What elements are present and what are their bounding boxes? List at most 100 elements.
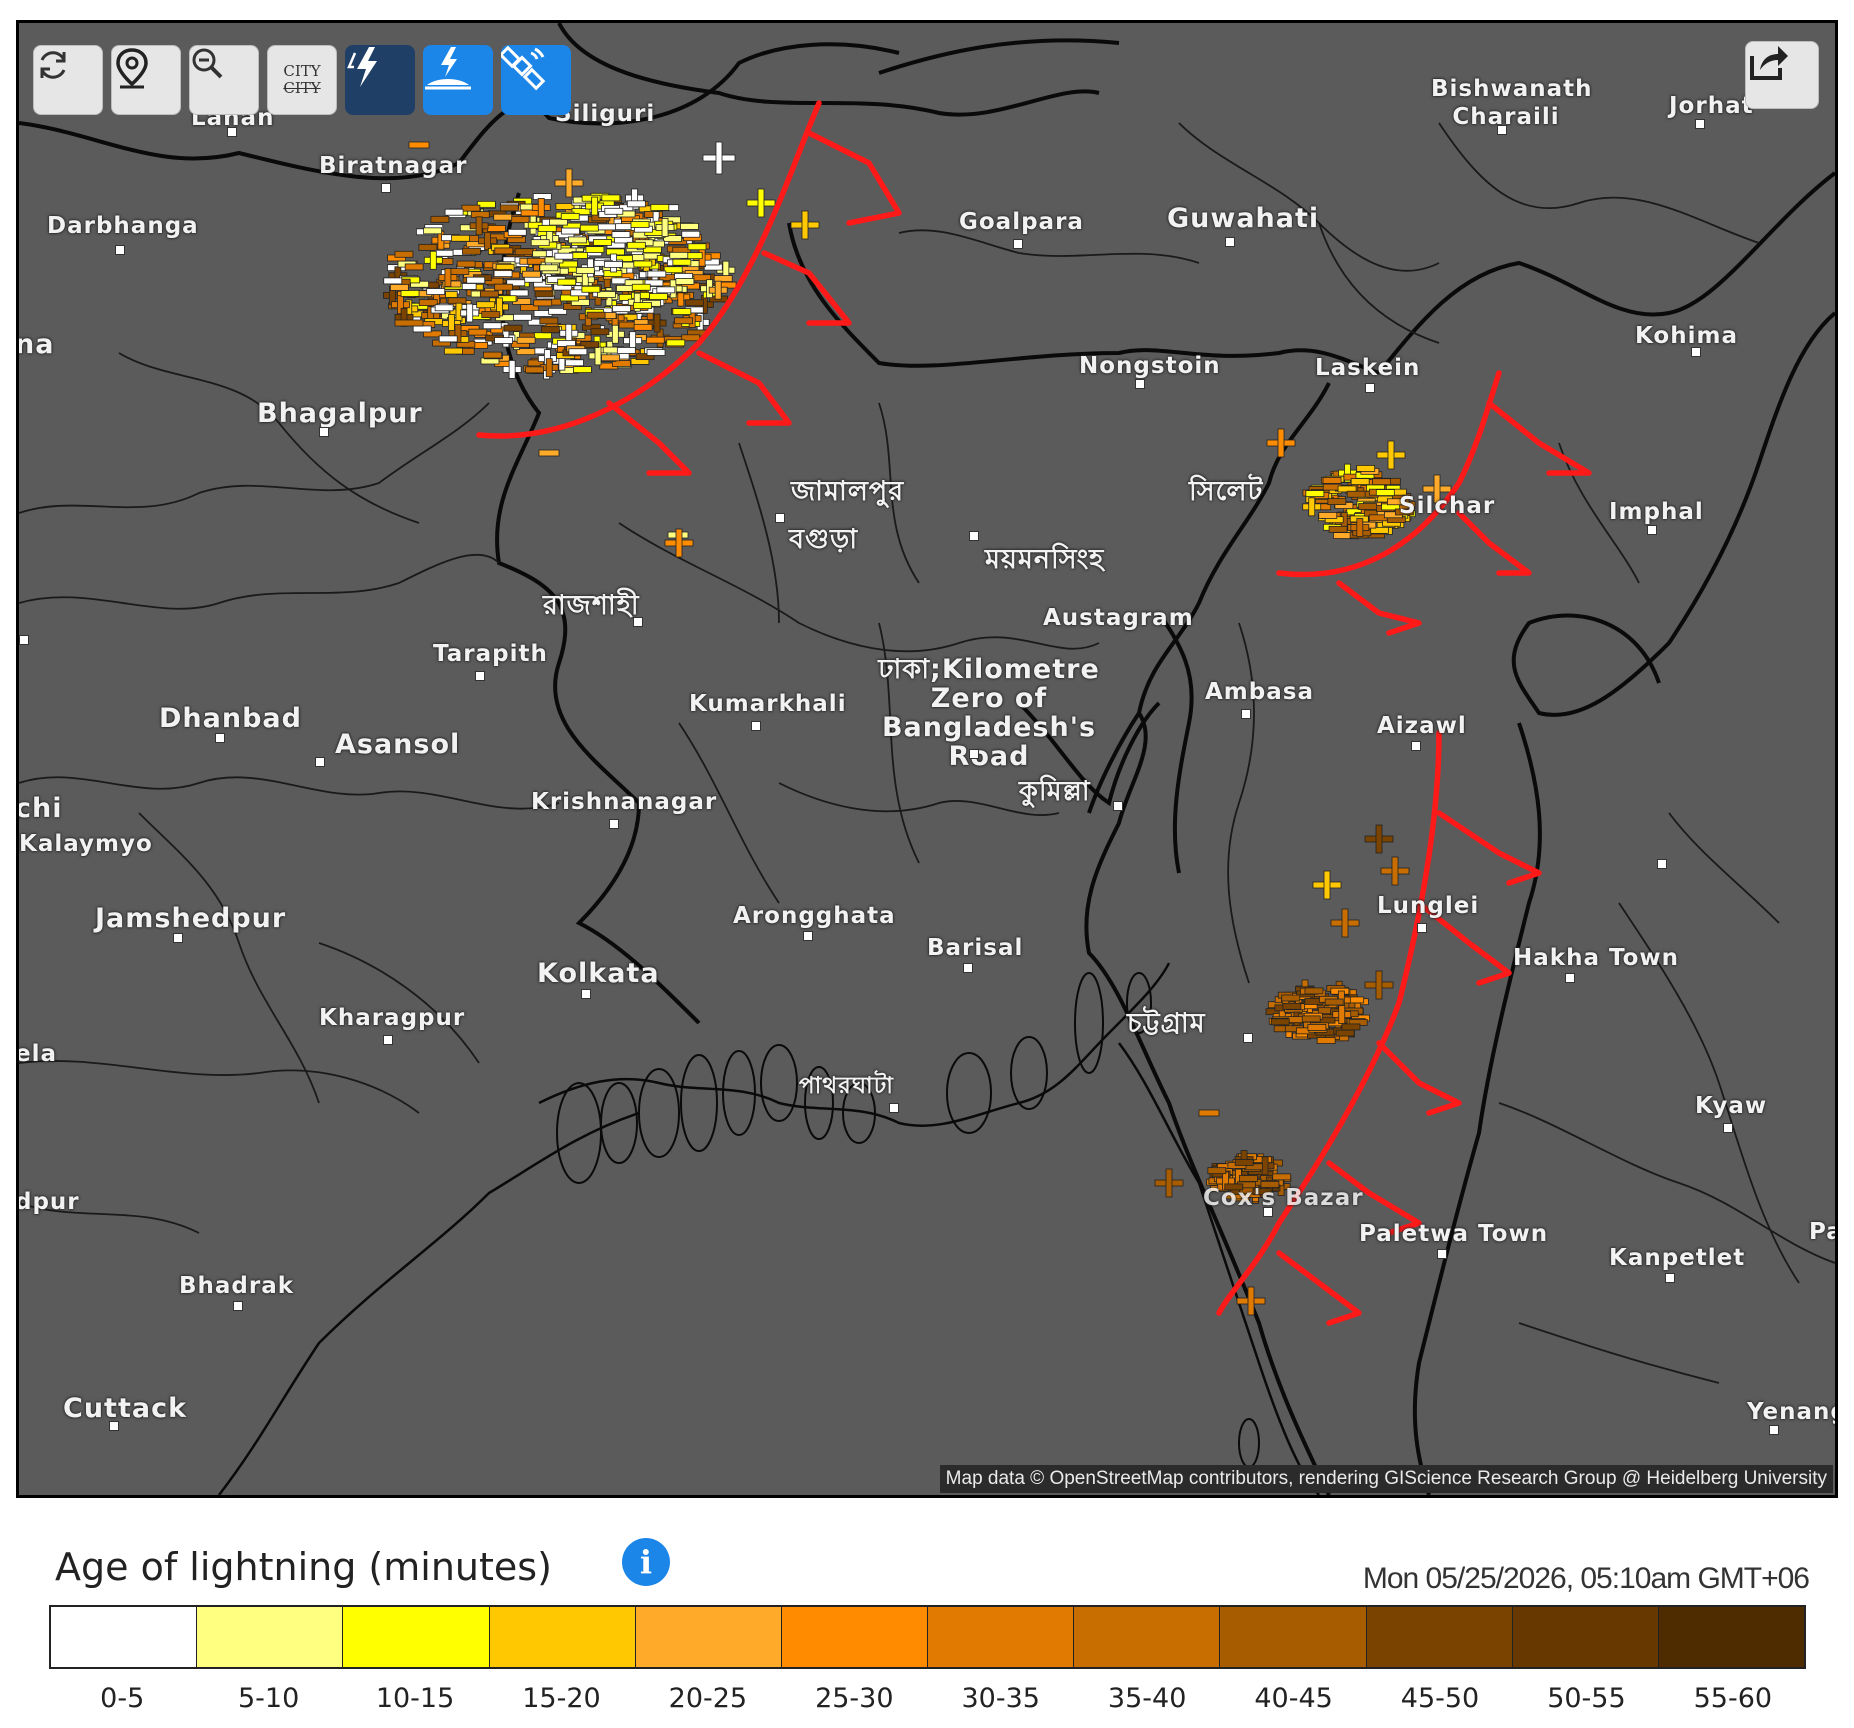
city-marker bbox=[1241, 709, 1251, 719]
lightning-marker bbox=[1304, 987, 1324, 995]
lightning-map[interactable]: Biratnagar Siliguri Lahan Darbhanga Goal… bbox=[16, 20, 1838, 1498]
lightning-marker bbox=[579, 224, 599, 232]
lightning-marker bbox=[685, 299, 704, 307]
toggle-city-labels-button[interactable]: CITY CITY bbox=[267, 45, 337, 115]
city-labels-icon: CITY CITY bbox=[283, 63, 320, 97]
annotation-front-northeast bbox=[1276, 370, 1502, 578]
lightning-marker bbox=[649, 293, 668, 300]
legend-label: 30-35 bbox=[961, 1683, 1040, 1714]
annotation-arrow bbox=[1336, 580, 1422, 636]
lightning-marker bbox=[510, 216, 530, 223]
lightning-marker bbox=[643, 246, 662, 254]
city-label: ঢাকা;Kilometre Zero of Bangladesh's Road bbox=[878, 654, 1100, 772]
city-marker bbox=[969, 749, 979, 759]
city-marker bbox=[227, 127, 237, 137]
share-button[interactable] bbox=[1745, 41, 1819, 109]
info-icon[interactable]: i bbox=[622, 1538, 670, 1586]
city-label: Kolkata bbox=[537, 958, 660, 989]
lightning-marker bbox=[597, 223, 616, 231]
city-marker bbox=[1497, 125, 1507, 135]
lightning-marker bbox=[585, 246, 605, 253]
lightning-marker bbox=[533, 332, 552, 340]
lightning-marker bbox=[630, 221, 650, 228]
city-marker bbox=[803, 931, 813, 941]
lightning-marker bbox=[537, 198, 545, 217]
legend-color-bar bbox=[49, 1605, 1806, 1669]
timestamp: Mon 05/25/2026, 05:10am GMT+06 bbox=[1362, 1562, 1810, 1595]
legend-label: 40-45 bbox=[1254, 1683, 1333, 1714]
lightning-marker bbox=[383, 277, 403, 285]
lightning-marker bbox=[525, 366, 545, 374]
city-marker bbox=[1135, 379, 1145, 389]
refresh-button[interactable] bbox=[33, 45, 103, 115]
annotation-arrow bbox=[1436, 810, 1542, 886]
legend-label: 0-5 bbox=[100, 1683, 145, 1714]
lightning-marker bbox=[494, 337, 513, 344]
lightning-marker bbox=[1324, 998, 1344, 1006]
lightning-marker bbox=[645, 336, 665, 344]
city-label: Bhagalpur bbox=[257, 398, 423, 429]
lightning-marker bbox=[509, 289, 529, 297]
city-marker bbox=[233, 1301, 243, 1311]
lightning-marker bbox=[1322, 477, 1342, 484]
lightning-marker bbox=[487, 225, 506, 232]
map-attribution[interactable]: Map data © OpenStreetMap contributors, r… bbox=[939, 1465, 1833, 1493]
city-marker bbox=[609, 819, 619, 829]
lightning-marker bbox=[530, 239, 550, 247]
lightning-marker bbox=[549, 218, 568, 226]
city-label: Jorhat bbox=[1669, 93, 1754, 119]
city-icon-text-top: CITY bbox=[283, 62, 321, 80]
lightning-marker bbox=[1346, 490, 1366, 498]
lightning-marker bbox=[444, 208, 464, 216]
lightning-marker bbox=[1247, 1286, 1255, 1316]
lightning-layer-button[interactable] bbox=[345, 45, 415, 115]
lightning-marker bbox=[611, 231, 631, 239]
lightning-marker bbox=[555, 203, 575, 210]
lightning-marker bbox=[394, 250, 414, 258]
edge-label: na bbox=[16, 329, 55, 360]
lightning-marker bbox=[494, 247, 514, 255]
city-marker bbox=[215, 733, 225, 743]
annotation-arrow bbox=[1486, 400, 1592, 476]
lightning-ground-button[interactable] bbox=[423, 45, 493, 115]
refresh-icon bbox=[40, 51, 66, 79]
edge-label: dpur bbox=[16, 1189, 80, 1215]
lightning-marker bbox=[757, 188, 765, 218]
city-label: Dhanbad bbox=[159, 703, 302, 734]
city-label: Tarapith bbox=[433, 641, 548, 667]
city-label: Nongstoin bbox=[1079, 353, 1221, 379]
zoom-out-button[interactable] bbox=[189, 45, 259, 115]
city-marker bbox=[963, 963, 973, 973]
lightning-marker bbox=[389, 284, 409, 291]
city-marker bbox=[475, 671, 485, 681]
lightning-marker bbox=[560, 213, 580, 220]
annotation-arrow bbox=[1376, 1040, 1462, 1116]
legend-label: 5-10 bbox=[237, 1683, 300, 1714]
city-marker bbox=[1437, 1249, 1447, 1259]
lightning-marker bbox=[715, 141, 723, 175]
city-marker bbox=[1769, 1425, 1779, 1435]
satellite-button[interactable] bbox=[501, 45, 571, 115]
lightning-marker bbox=[537, 225, 557, 232]
city-label: Ambasa bbox=[1205, 679, 1314, 705]
city-label: Imphal bbox=[1609, 499, 1704, 525]
city-marker bbox=[1263, 1207, 1273, 1217]
lightning-marker bbox=[612, 305, 631, 313]
city-marker bbox=[319, 427, 329, 437]
lightning-marker bbox=[646, 349, 666, 356]
lightning-marker bbox=[714, 280, 722, 300]
city-label: Kumarkhali bbox=[689, 691, 847, 717]
lightning-marker bbox=[408, 141, 430, 149]
city-label: Laskein bbox=[1315, 355, 1421, 381]
city-label: Darbhanga bbox=[47, 213, 199, 239]
city-marker bbox=[1225, 237, 1235, 247]
lightning-marker bbox=[462, 247, 481, 255]
lightning-marker bbox=[650, 204, 670, 211]
lightning-marker bbox=[1261, 1156, 1269, 1176]
lightning-marker bbox=[1165, 1168, 1173, 1198]
locate-button[interactable] bbox=[111, 45, 181, 115]
lightning-marker bbox=[426, 288, 446, 295]
lightning-marker bbox=[1305, 490, 1325, 497]
legend-label: 15-20 bbox=[522, 1683, 601, 1714]
lightning-marker bbox=[539, 317, 559, 325]
